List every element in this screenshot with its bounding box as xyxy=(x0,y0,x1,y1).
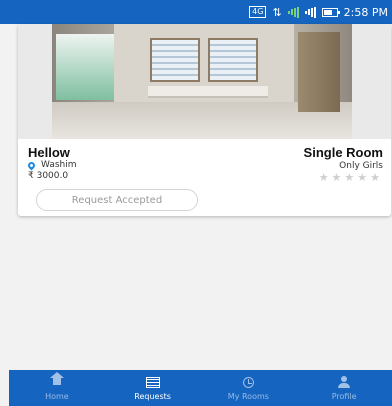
battery-icon xyxy=(321,7,340,17)
rating-stars: ★★★★★ xyxy=(318,171,383,184)
nav-my-rooms-label: My Rooms xyxy=(227,392,269,401)
signal-sim1-icon xyxy=(287,6,299,18)
location-text: Washim xyxy=(41,160,77,170)
room-card[interactable]: Hellow Washim ₹ 3000.0 Single Room Only … xyxy=(18,24,391,216)
list-icon xyxy=(145,376,160,388)
nav-profile[interactable]: Profile xyxy=(296,370,392,406)
data-arrows-icon: ⇅ xyxy=(272,5,282,19)
request-status-button[interactable]: Request Accepted xyxy=(36,189,198,211)
clock-icon xyxy=(242,376,254,388)
nav-requests-label: Requests xyxy=(134,392,171,401)
status-time: 2:58 PM xyxy=(343,5,388,19)
location-pin-icon xyxy=(26,160,37,170)
room-image xyxy=(52,24,352,139)
person-icon xyxy=(338,376,351,388)
room-type: Single Room xyxy=(303,145,383,160)
room-title: Hellow xyxy=(28,145,70,160)
room-location: Washim xyxy=(26,160,77,170)
home-icon xyxy=(49,372,64,387)
nav-profile-label: Profile xyxy=(331,392,357,401)
room-price: ₹ 3000.0 xyxy=(28,171,69,181)
nav-my-rooms[interactable]: My Rooms xyxy=(201,370,297,406)
status-bar: 4G ⇅ 2:58 PM xyxy=(0,0,392,24)
signal-sim2-icon xyxy=(304,6,316,18)
nav-requests[interactable]: Requests xyxy=(105,370,201,406)
nav-home[interactable]: Home xyxy=(9,370,105,406)
nav-home-label: Home xyxy=(45,392,69,401)
room-photo[interactable] xyxy=(18,24,391,139)
network-badge: 4G xyxy=(249,6,267,18)
bottom-nav: Home Requests My Rooms Profile xyxy=(9,370,392,406)
gender-restriction: Only Girls xyxy=(339,161,383,171)
